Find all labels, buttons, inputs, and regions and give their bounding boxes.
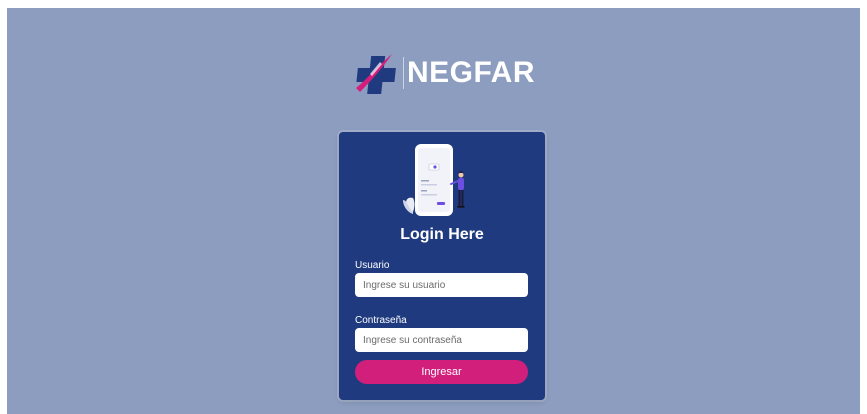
brand-logo: NEGFAR (350, 48, 535, 98)
brand-name: NEGFAR (407, 56, 536, 89)
login-card: Login Here Usuario Contraseña Ingresar (339, 132, 545, 400)
submit-button[interactable]: Ingresar (355, 360, 528, 384)
page-background: NEGFAR Login Here Usuario Ingrese su usu… (7, 8, 860, 414)
username-input[interactable] (355, 273, 528, 297)
logo-divider (403, 57, 404, 89)
password-label: Contraseña (355, 315, 407, 326)
password-input[interactable] (355, 328, 528, 352)
negfar-cross-logo-icon (356, 54, 396, 94)
username-label: Usuario (355, 260, 390, 271)
phone-login-illustration (403, 144, 465, 216)
login-title: Login Here (400, 226, 484, 243)
